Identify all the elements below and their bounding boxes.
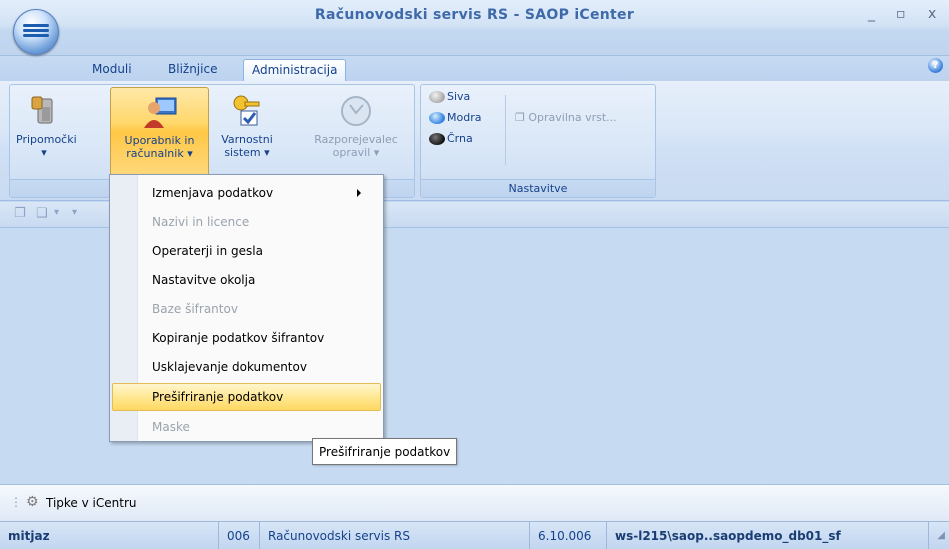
varnostni-sistem-button[interactable]: Varnostni sistem ▾ [214, 87, 280, 177]
modra-color-icon [429, 112, 445, 124]
status-database: ws-l215\saop..saopdemo_db01_sf [607, 522, 929, 549]
help-icon[interactable]: ? [928, 58, 943, 73]
ribbon-group-nastavitve: Siva Modra Črna ❐ Opravilna vrst... Nast… [420, 84, 656, 198]
menu-item-presifriranje-podatkov[interactable]: Prešifriranje podatkov [112, 383, 381, 411]
title-bar: Računovodski servis RS - SAOP iCenter _ … [0, 0, 949, 56]
separator [505, 95, 506, 165]
grip-icon: ⋮ [10, 495, 22, 509]
status-user: mitjaz [0, 522, 219, 549]
razporejevalec-opravil-button[interactable]: Razporejevalec opravil ▾ [306, 87, 406, 177]
close-button[interactable]: x [928, 6, 936, 22]
ribbon-tabs: Moduli Bližnjice Administracija [0, 56, 949, 81]
clock-icon [338, 93, 374, 129]
uporabnik-dropdown-menu: Izmenjava podatkov Nazivi in licence Ope… [109, 174, 384, 442]
opravilna-vrstica-button[interactable]: ❐ Opravilna vrst... [515, 108, 617, 128]
uporabnik-racunalnik-button[interactable]: Uporabnik in računalnik ▾ [110, 87, 209, 177]
quick-access-icon[interactable]: ❐ [14, 206, 26, 221]
opravilna-vrstica-icon: ❐ [515, 111, 525, 124]
menu-item-usklajevanje-dokumentov[interactable]: Usklajevanje dokumentov [112, 353, 381, 381]
application-menu-orb[interactable] [13, 9, 59, 55]
color-crna-button[interactable]: Črna [429, 129, 473, 149]
tab-administracija[interactable]: Administracija [243, 59, 347, 81]
dropdown-arrow-icon: ▾ [187, 147, 193, 160]
status-version: 6.10.006 [530, 522, 607, 549]
ribbon-group-nastavitve-label: Nastavitve [421, 179, 655, 197]
maximize-button[interactable]: ▫ [896, 6, 906, 22]
dropdown-arrow-icon: ▾ [373, 146, 380, 159]
crna-color-icon [429, 133, 445, 145]
app-logo-icon [23, 24, 49, 42]
tooltip: Prešifriranje podatkov [312, 438, 458, 465]
tab-moduli[interactable]: Moduli [84, 59, 140, 81]
quick-access-icon[interactable]: ❑ [36, 206, 48, 221]
window-title: Računovodski servis RS - SAOP iCenter [314, 7, 635, 23]
tools-icon [26, 93, 62, 129]
minimize-button[interactable]: _ [868, 6, 875, 22]
status-bar: mitjaz 006 Računovodski servis RS 6.10.0… [0, 521, 949, 549]
submenu-arrow-icon [357, 189, 361, 197]
tip-bar: ⋮ ⚙ Tipke v iCentru [0, 484, 949, 521]
menu-item-nazivi-licence[interactable]: Nazivi in licence [112, 208, 381, 236]
siva-color-icon [429, 91, 445, 103]
tab-bliznjice[interactable]: Bližnjice [160, 59, 225, 81]
key-icon [229, 93, 265, 129]
menu-item-baze-sifrantov[interactable]: Baze šifrantov [112, 295, 381, 323]
status-code: 006 [219, 522, 260, 549]
pripomocki-button[interactable]: Pripomočki ▾ [16, 87, 77, 177]
chevron-down-icon[interactable]: ▾ [54, 207, 59, 218]
dropdown-arrow-icon: ▾ [264, 146, 270, 159]
menu-item-nastavitve-okolja[interactable]: Nastavitve okolja [112, 266, 381, 294]
user-computer-icon [142, 94, 178, 130]
color-modra-button[interactable]: Modra [429, 108, 481, 128]
menu-item-kopiranje-sifrantov[interactable]: Kopiranje podatkov šifrantov [112, 324, 381, 352]
menu-item-operaterji-gesla[interactable]: Operaterji in gesla [112, 237, 381, 265]
menu-item-maske[interactable]: Maske [112, 413, 381, 441]
dropdown-arrow-icon: ▾ [41, 146, 47, 159]
customize-toolbar-icon[interactable]: ▾ [72, 207, 77, 218]
color-siva-button[interactable]: Siva [429, 87, 470, 107]
resize-grip-icon[interactable]: ◢ [937, 530, 945, 541]
gear-icon: ⚙ [26, 494, 39, 510]
tipke-label[interactable]: Tipke v iCentru [46, 496, 137, 510]
menu-item-izmenjava-podatkov[interactable]: Izmenjava podatkov [112, 179, 381, 207]
status-company: Računovodski servis RS [260, 522, 530, 549]
